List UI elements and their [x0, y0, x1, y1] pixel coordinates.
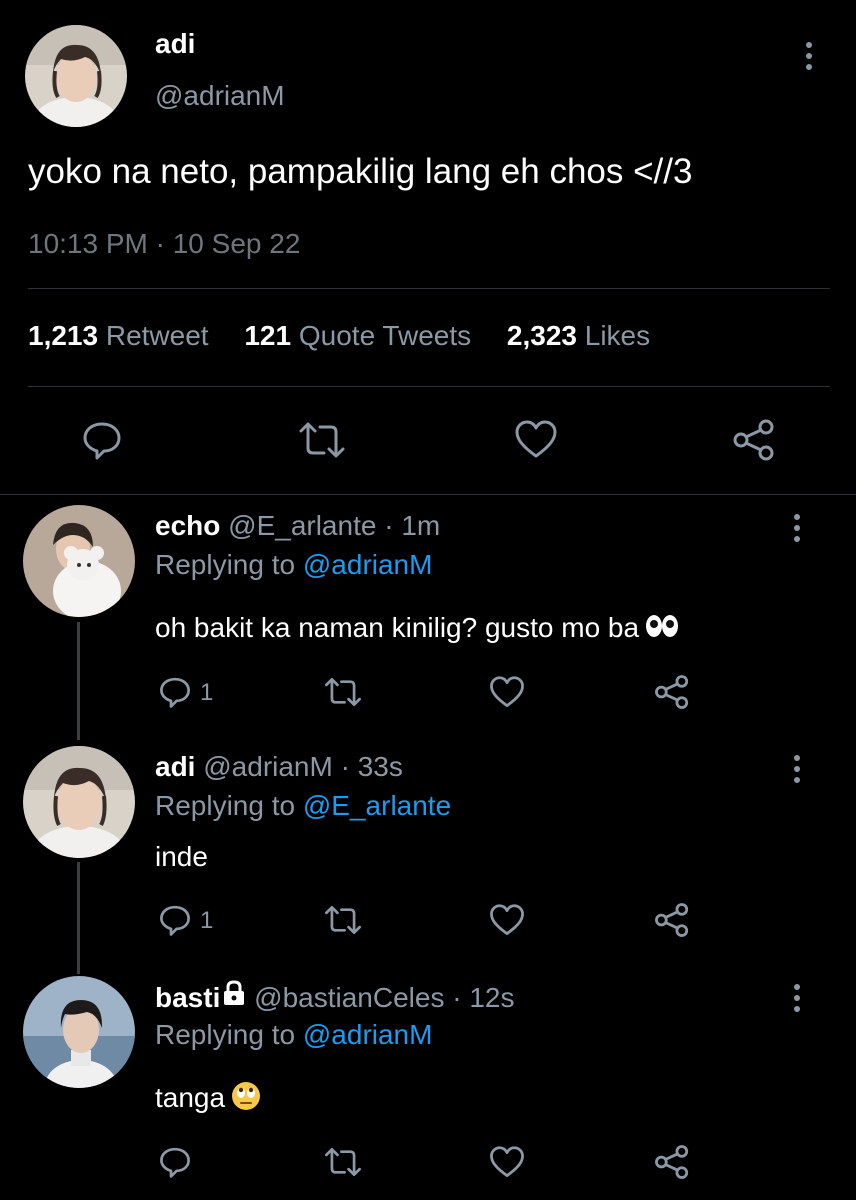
reply-text-content: oh bakit ka naman kinilig? gusto mo ba [155, 612, 640, 643]
likes-label[interactable]: Likes [585, 320, 650, 351]
rolling-eyes-emoji [231, 1081, 261, 1118]
retweet-count[interactable]: 1,213 [28, 320, 98, 351]
replying-label: Replying to [155, 1019, 296, 1050]
divider [0, 494, 856, 495]
replying-to: Replying to @adrianM [155, 1019, 432, 1051]
reply-age: · 33s [340, 751, 403, 782]
tweet-timestamp[interactable]: 10:13 PM · 10 Sep 22 [28, 228, 300, 260]
more-options-icon[interactable] [792, 755, 802, 787]
replying-to-handle[interactable]: @adrianM [303, 549, 433, 580]
reply-count: 1 [200, 679, 214, 706]
reply-author-name[interactable]: basti [155, 982, 220, 1013]
share-icon[interactable] [654, 902, 690, 938]
reply-age: · 1m [384, 510, 441, 541]
reply-text: oh bakit ka naman kinilig? gusto mo ba [155, 612, 679, 646]
reply-age: · 12s [452, 982, 515, 1013]
divider [28, 288, 830, 289]
replying-to: Replying to @E_arlante [155, 790, 451, 822]
reply-icon[interactable] [158, 1146, 192, 1178]
eyes-emoji [645, 613, 679, 646]
reply-text: tanga [155, 1081, 261, 1118]
divider [28, 386, 830, 387]
like-icon[interactable] [489, 904, 525, 937]
retweet-icon[interactable] [324, 904, 362, 936]
thread-line [77, 862, 80, 974]
reply-header: echo @E_arlante · 1m [155, 510, 440, 542]
replying-to: Replying to @adrianM [155, 549, 432, 581]
more-options-icon[interactable] [804, 42, 814, 74]
reply-avatar[interactable] [23, 976, 135, 1088]
tweet-text: yoko na neto, pampakilig lang eh chos </… [28, 152, 693, 191]
reply-count: 1 [200, 907, 214, 934]
reply-icon[interactable] [81, 420, 123, 460]
quote-count[interactable]: 121 [244, 320, 291, 351]
share-icon[interactable] [654, 1144, 690, 1180]
replying-to-handle[interactable]: @E_arlante [303, 790, 451, 821]
more-options-icon[interactable] [792, 984, 802, 1016]
reply-text-content: inde [155, 841, 208, 872]
reply-author-name[interactable]: echo [155, 510, 220, 541]
share-icon[interactable] [732, 418, 776, 462]
likes-count[interactable]: 2,323 [507, 320, 577, 351]
reply-avatar[interactable] [23, 746, 135, 858]
like-icon[interactable] [489, 676, 525, 709]
reply-text-content: tanga [155, 1081, 226, 1113]
replying-to-handle[interactable]: @adrianM [303, 1019, 433, 1050]
replying-label: Replying to [155, 790, 296, 821]
reply-text: inde [155, 841, 208, 873]
reply-icon[interactable] [158, 904, 192, 936]
reply-header: basti @bastianCeles · 12s [155, 980, 515, 1014]
share-icon[interactable] [654, 674, 690, 710]
retweet-icon[interactable] [324, 1146, 362, 1178]
thread-line [77, 622, 80, 740]
tweet-stats: 1,213 Retweet 121 Quote Tweets 2,323 Lik… [28, 320, 678, 352]
like-icon[interactable] [489, 1146, 525, 1179]
reply-icon[interactable] [158, 676, 192, 708]
retweet-icon[interactable] [324, 676, 362, 708]
reply-header: adi @adrianM · 33s [155, 751, 403, 783]
retweet-icon[interactable] [298, 420, 346, 460]
reply-author-handle[interactable]: @adrianM [203, 751, 333, 782]
reply-author-handle[interactable]: @E_arlante [228, 510, 376, 541]
author-avatar[interactable] [25, 25, 127, 127]
quote-label[interactable]: Quote Tweets [299, 320, 471, 351]
retweet-label[interactable]: Retweet [106, 320, 209, 351]
author-name[interactable]: adi [155, 28, 195, 60]
reply-avatar[interactable] [23, 505, 135, 617]
replying-label: Replying to [155, 549, 296, 580]
more-options-icon[interactable] [792, 514, 802, 546]
author-handle[interactable]: @adrianM [155, 80, 285, 112]
like-icon[interactable] [514, 420, 558, 460]
reply-author-handle[interactable]: @bastianCeles [254, 982, 444, 1013]
reply-author-name[interactable]: adi [155, 751, 195, 782]
lock-icon [222, 980, 246, 1013]
